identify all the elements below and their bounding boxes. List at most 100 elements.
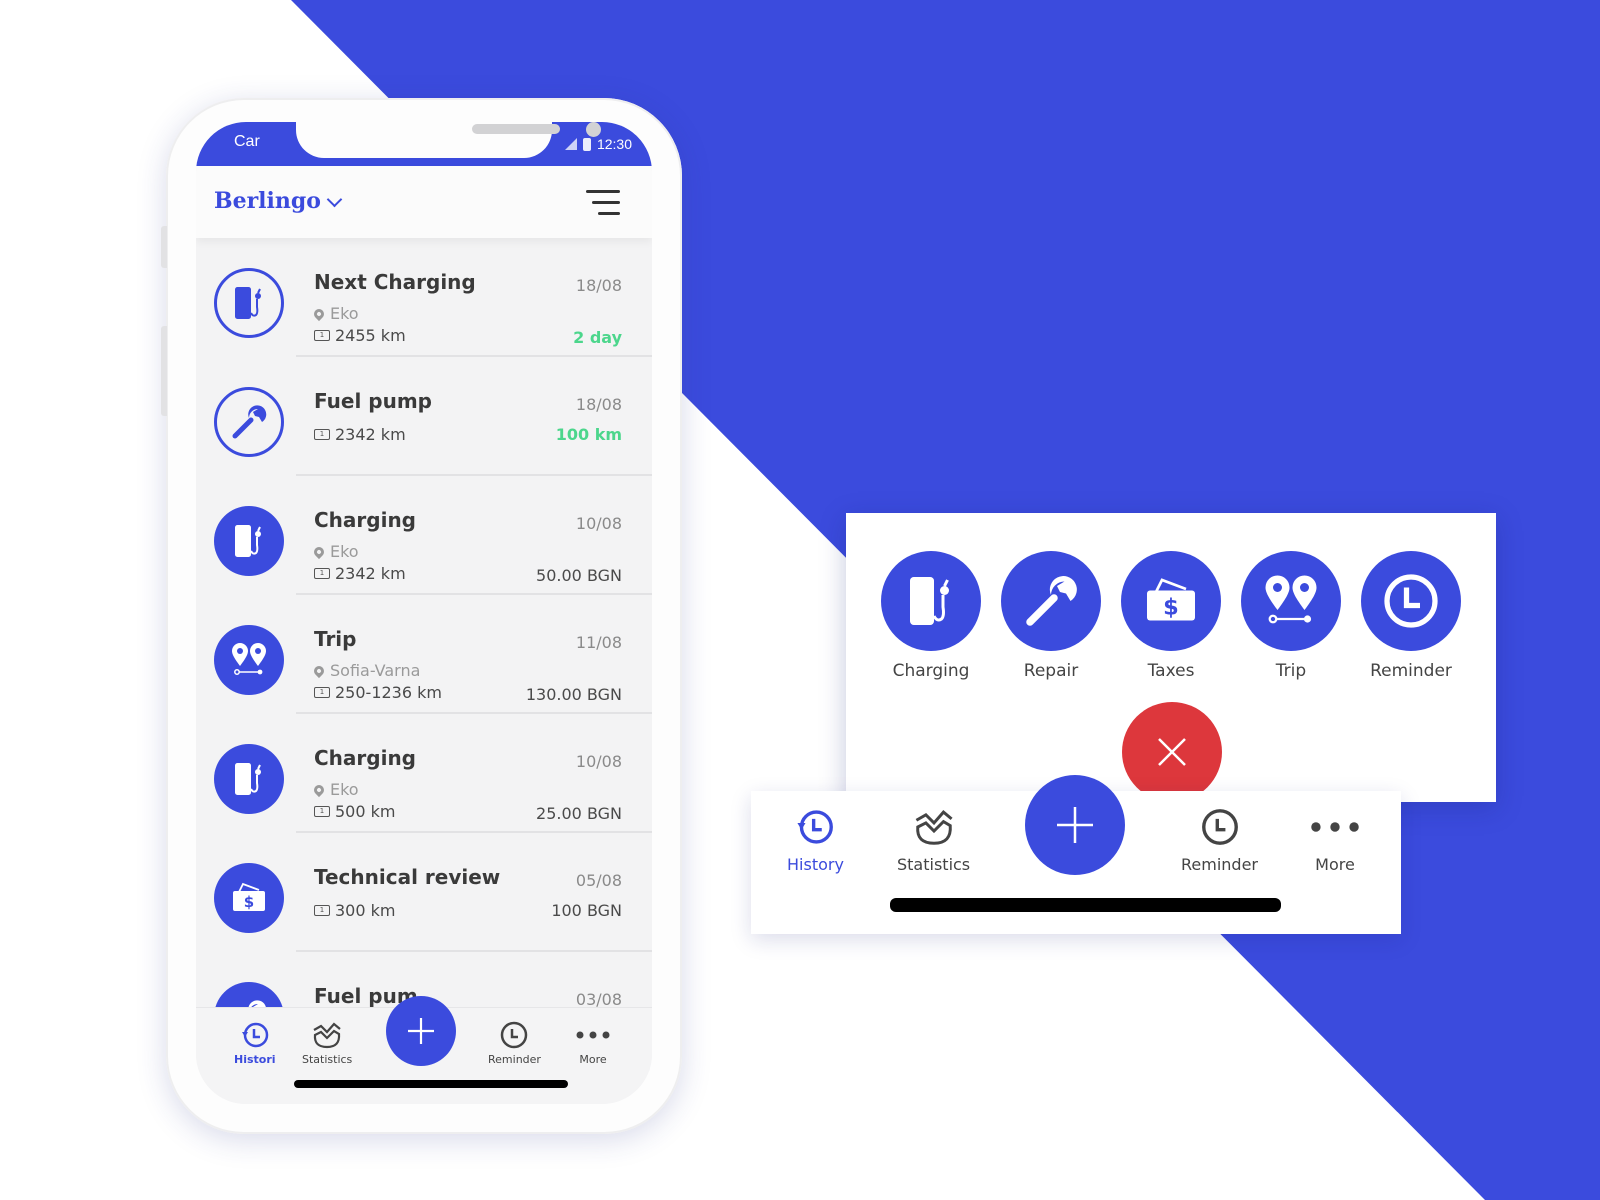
item-odometer: 1 300 km xyxy=(314,901,395,920)
item-title: Charging xyxy=(314,508,417,532)
action-trip[interactable]: Trip xyxy=(1241,551,1341,681)
signal-icon xyxy=(564,138,577,150)
plus-icon xyxy=(1057,807,1093,843)
item-title: Technical review xyxy=(314,865,501,889)
action-label: Reminder xyxy=(1370,661,1452,681)
list-item[interactable]: Trip 11/08 Sofia-Varna 1 250-1236 km 130.00 B… xyxy=(196,595,652,714)
wrench-icon xyxy=(1021,571,1081,631)
tab-label: Statistics xyxy=(302,1053,353,1066)
statistics-icon xyxy=(313,1022,341,1049)
action-charging[interactable]: Charging xyxy=(881,551,981,681)
home-indicator[interactable] xyxy=(890,898,1281,912)
action-circle xyxy=(881,551,981,651)
more-dots-icon xyxy=(1311,822,1359,832)
odometer-text: 250-1236 km xyxy=(335,683,442,702)
history-icon xyxy=(797,810,834,844)
tab-statistics[interactable]: Statistics xyxy=(302,1020,352,1066)
nav-tab-statistics[interactable]: Statistics xyxy=(897,805,970,874)
bottom-nav-card: History Statistics Reminder More xyxy=(751,775,1401,934)
vehicle-selector[interactable]: Berlingo xyxy=(214,188,343,214)
wrench-icon xyxy=(229,402,269,442)
add-fab-button[interactable] xyxy=(386,996,456,1066)
location-text: Eko xyxy=(330,780,359,799)
action-taxes[interactable]: $ Taxes xyxy=(1121,551,1221,681)
tab-label: Histori xyxy=(234,1053,276,1066)
phone-tab-bar: Histori Statistics Reminder More xyxy=(196,996,652,1104)
battery-icon xyxy=(582,137,591,151)
nav-tab-history[interactable]: History xyxy=(787,805,844,874)
status-indicators: 12:30 xyxy=(564,136,632,152)
clock-icon xyxy=(1381,571,1441,631)
action-label: Charging xyxy=(892,661,970,681)
history-list: Next Charging 18/08 Eko 1 2455 km 2 day Fuel p… xyxy=(196,238,652,1071)
action-circle xyxy=(1001,551,1101,651)
action-label: Trip xyxy=(1275,661,1307,681)
nav-tab-label: More xyxy=(1315,855,1355,874)
close-icon xyxy=(1158,738,1186,766)
money-wallet-icon: $ xyxy=(229,878,269,918)
charging-station-icon xyxy=(901,571,961,631)
clock-icon xyxy=(1201,809,1238,845)
item-value: 100 km xyxy=(555,425,622,444)
odometer-icon: 1 xyxy=(314,330,330,341)
item-value: 130.00 BGN xyxy=(525,685,622,704)
location-pin-icon xyxy=(311,544,327,559)
item-odometer: 1 500 km xyxy=(314,802,395,821)
charging-station-icon xyxy=(229,283,269,323)
phone-side-button xyxy=(161,226,167,268)
nav-tab-reminder[interactable]: Reminder xyxy=(1181,805,1258,874)
tab-reminder[interactable]: Reminder xyxy=(488,1020,541,1066)
statistics-icon xyxy=(915,810,953,845)
app-bar: Berlingo xyxy=(196,166,652,238)
item-date: 18/08 xyxy=(575,395,622,414)
item-location: Eko xyxy=(311,542,359,561)
item-title: Next Charging xyxy=(314,270,476,294)
action-repair[interactable]: Repair xyxy=(1001,551,1101,681)
vehicle-name: Berlingo xyxy=(214,188,321,214)
odometer-icon: 1 xyxy=(314,687,330,698)
action-reminder[interactable]: Reminder xyxy=(1361,551,1461,681)
history-icon xyxy=(241,1022,269,1048)
tab-history[interactable]: Histori xyxy=(234,1020,276,1066)
location-pin-icon xyxy=(311,782,327,797)
charging-station-icon xyxy=(229,521,269,561)
item-value: 100 BGN xyxy=(551,901,622,920)
item-odometer: 1 2342 km xyxy=(314,564,406,583)
item-title: Fuel pump xyxy=(314,389,432,413)
odometer-icon: 1 xyxy=(314,905,330,916)
item-odometer: 1 2455 km xyxy=(314,326,406,345)
action-circle: $ xyxy=(1121,551,1221,651)
location-text: Eko xyxy=(330,542,359,561)
add-fab-button[interactable] xyxy=(1025,775,1125,875)
action-label: Repair xyxy=(1023,661,1079,681)
speaker-grille xyxy=(472,124,560,134)
home-indicator[interactable] xyxy=(294,1080,568,1088)
item-date: 18/08 xyxy=(575,276,622,295)
item-date: 05/08 xyxy=(575,871,622,890)
list-item[interactable]: Fuel pump 18/08 1 2342 km 100 km xyxy=(196,357,652,476)
hamburger-menu-icon[interactable] xyxy=(586,190,620,216)
odometer-icon: 1 xyxy=(314,568,330,579)
list-item[interactable]: $ Technical review 05/08 1 300 km 100 BGN xyxy=(196,833,652,952)
phone-notch xyxy=(296,122,601,158)
item-title: Charging xyxy=(314,746,417,770)
list-item[interactable]: Charging 10/08 Eko 1 2342 km 50.00 BGN xyxy=(196,476,652,595)
item-date: 10/08 xyxy=(575,752,622,771)
phone-mockup: Car 12:30 Berlingo Next Charging 18/08 E… xyxy=(161,98,682,1134)
close-button[interactable] xyxy=(1122,702,1222,802)
status-time: 12:30 xyxy=(596,136,632,152)
odometer-icon: 1 xyxy=(314,806,330,817)
list-item[interactable]: Next Charging 18/08 Eko 1 2455 km 2 day xyxy=(196,238,652,357)
row-icon-badge xyxy=(214,387,284,457)
nav-tab-label: Statistics xyxy=(897,855,971,874)
money-wallet-icon: $ xyxy=(1141,571,1201,631)
svg-text:$: $ xyxy=(1163,595,1179,621)
odometer-text: 2342 km xyxy=(335,564,406,583)
phone-screen: Car 12:30 Berlingo Next Charging 18/08 E… xyxy=(196,122,652,1104)
trip-pins-icon xyxy=(1261,571,1321,631)
nav-tab-more[interactable]: More xyxy=(1305,805,1365,874)
odometer-text: 500 km xyxy=(335,802,396,821)
list-item[interactable]: Charging 10/08 Eko 1 500 km 25.00 BGN xyxy=(196,714,652,833)
item-date: 10/08 xyxy=(575,514,622,533)
tab-more[interactable]: More xyxy=(573,1020,613,1066)
